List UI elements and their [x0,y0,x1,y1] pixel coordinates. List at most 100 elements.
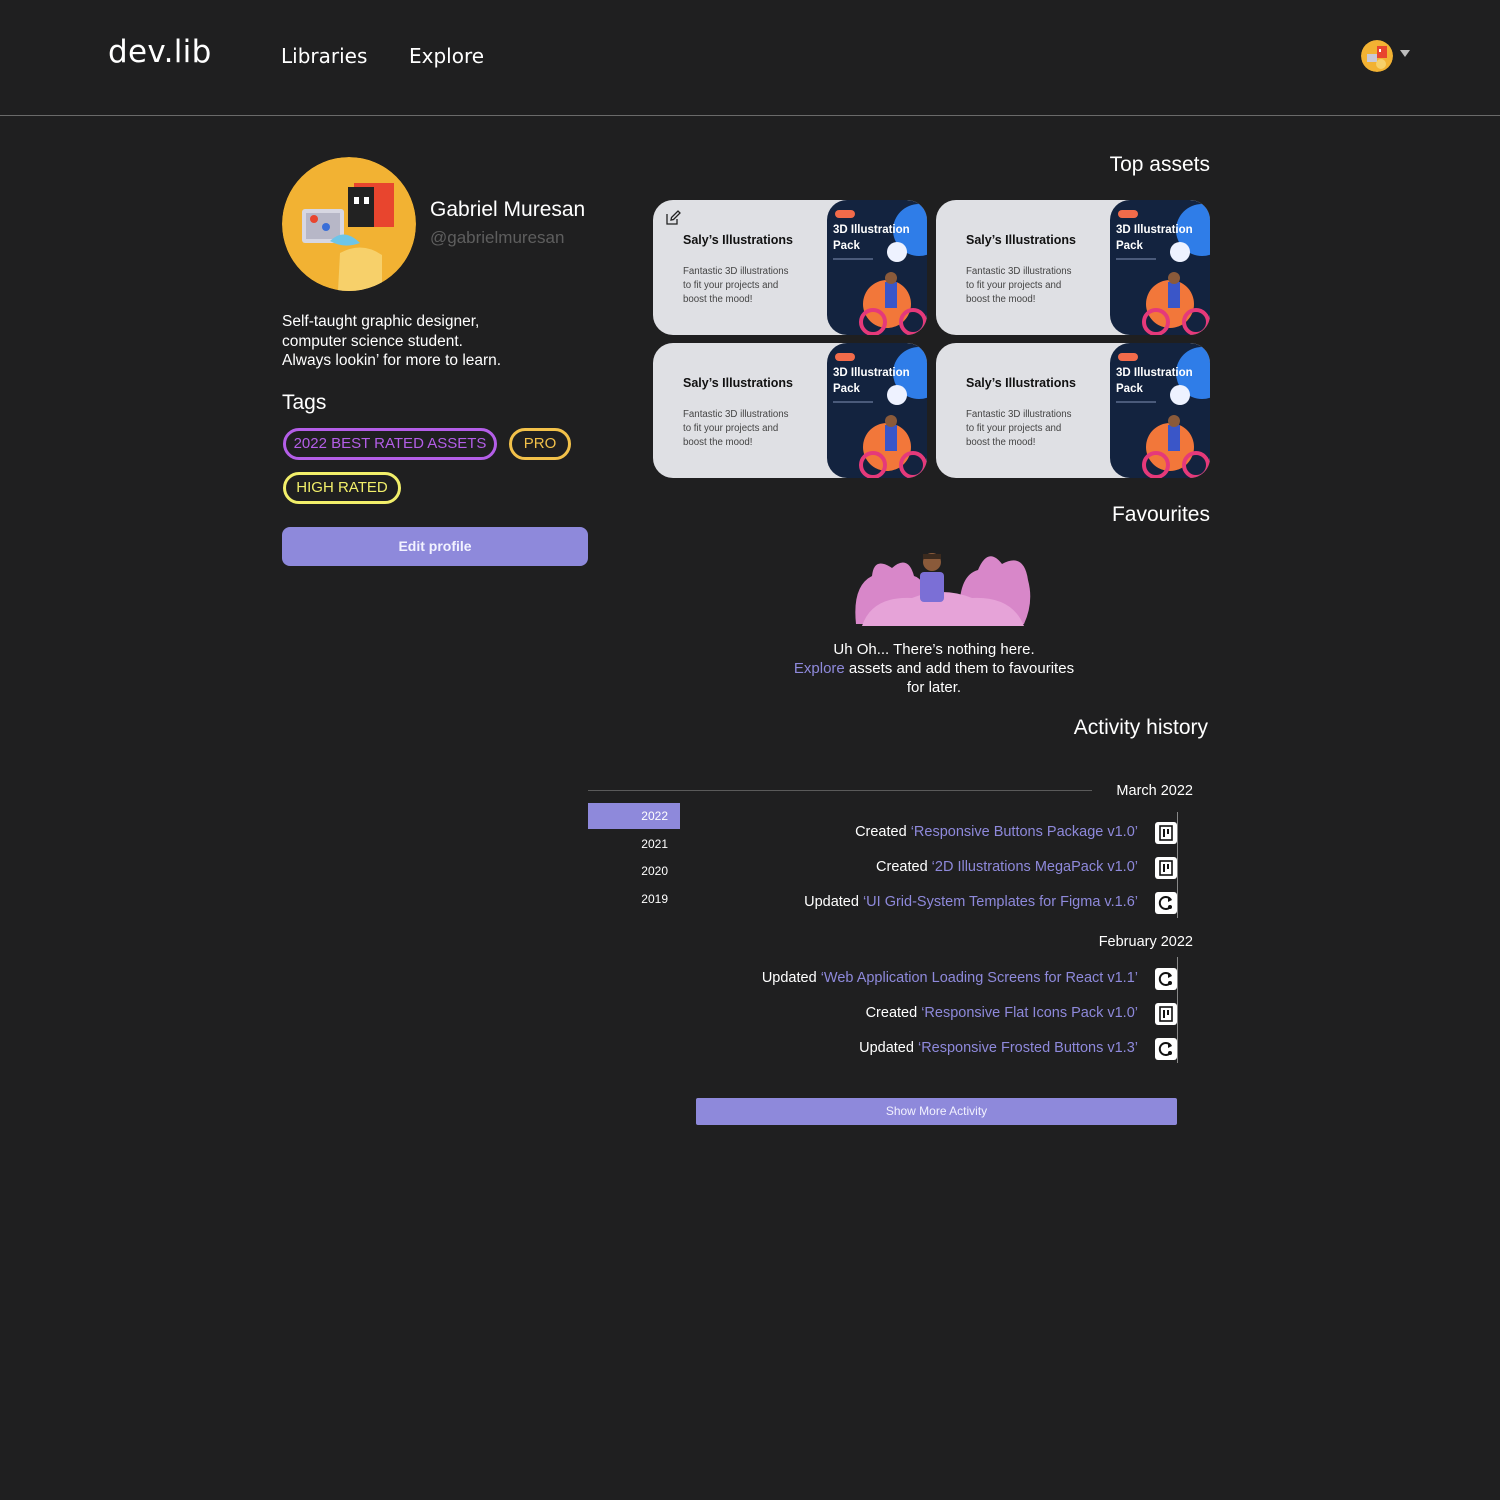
activity-item: Created ‘Responsive Buttons Package v1.0… [855,824,1138,840]
thumbnail-title: 3D Illustration Pack [833,222,910,254]
thumbnail-subtext [833,258,873,260]
tag-high-rated[interactable]: HIGH RATED [283,472,401,504]
empty-favourites-message: Uh Oh... There’s nothing here. Explore a… [784,640,1084,697]
profile-bio: Self-taught graphic designer, computer s… [282,312,602,371]
tags-title: Tags [282,391,327,414]
activity-action: Updated [761,970,821,986]
activity-target-link[interactable]: ‘2D Illustrations MegaPack v1.0’ [932,859,1138,875]
activity-item: Created ‘2D Illustrations MegaPack v1.0’ [876,859,1138,875]
thumb-line: 3D Illustration [833,224,910,236]
activity-item: Created ‘Responsive Flat Icons Pack v1.0… [866,1005,1138,1021]
empty-line-3: for later. [906,679,962,696]
card-description: Fantastic 3D illustrations to fit your p… [966,408,1098,450]
profile-handle: @gabrielmuresan [430,228,565,247]
document-icon [1155,857,1177,879]
year-2019[interactable]: 2019 [588,886,680,912]
profile-name: Gabriel Muresan [430,198,586,221]
year-2021[interactable]: 2021 [588,831,680,857]
desc-line: boost the mood! [966,437,1036,448]
edit-icon[interactable] [665,210,681,226]
show-more-activity-button[interactable]: Show More Activity [696,1098,1177,1125]
bio-line: computer science student. [282,332,463,350]
year-2020[interactable]: 2020 [588,858,680,884]
divider [588,790,1092,791]
thumb-line: Pack [833,383,860,395]
logo[interactable]: dev.lib [108,34,212,70]
card-title: Saly’s Illustrations [966,376,1076,390]
thumbnail-title: 3D Illustration Pack [1116,222,1193,254]
thumb-line: Pack [833,240,860,252]
thumb-line: 3D Illustration [1116,224,1193,236]
month-label: March 2022 [1116,783,1193,799]
activity-target-link[interactable]: ‘UI Grid-System Templates for Figma v.1.… [863,894,1138,910]
nav-explore[interactable]: Explore [409,44,484,68]
profile-avatar [282,157,416,291]
empty-line-1: Uh Oh... There’s nothing here. [833,641,1035,658]
desc-line: Fantastic 3D illustrations [966,409,1072,420]
bio-line: Self-taught graphic designer, [282,313,480,330]
thumbnail-badge [835,210,855,218]
asset-card[interactable]: Saly’s Illustrations Fantastic 3D illust… [936,343,1210,478]
tag-pro[interactable]: PRO [509,428,571,460]
document-icon [1155,822,1177,844]
desc-line: boost the mood! [683,294,753,305]
favourites-title: Favourites [1111,503,1210,526]
thumb-line: 3D Illustration [1116,367,1193,379]
asset-card[interactable]: Saly’s Illustrations Fantastic 3D illust… [653,200,927,335]
card-description: Fantastic 3D illustrations to fit your p… [966,265,1098,307]
top-assets-title: Top assets [1109,153,1210,176]
thumbnail-title: 3D Illustration Pack [1116,365,1193,397]
card-description: Fantastic 3D illustrations to fit your p… [683,265,815,307]
desc-line: Fantastic 3D illustrations [683,266,789,277]
card-thumbnail: 3D Illustration Pack [1110,343,1210,478]
activity-item: Updated ‘Responsive Frosted Buttons v1.3… [859,1040,1138,1056]
asset-card[interactable]: Saly’s Illustrations Fantastic 3D illust… [936,200,1210,335]
empty-line-2-text: assets and add them to favourites [844,660,1075,677]
card-title: Saly’s Illustrations [683,376,793,390]
desc-line: to fit your projects and [966,423,1062,434]
activity-target-link[interactable]: ‘Responsive Flat Icons Pack v1.0’ [921,1005,1138,1021]
year-2022[interactable]: 2022 [588,803,680,829]
month-label: February 2022 [1098,934,1193,950]
explore-link[interactable]: Explore [794,660,845,677]
activity-target-link[interactable]: ‘Web Application Loading Screens for Rea… [821,970,1138,986]
asset-card[interactable]: Saly’s Illustrations Fantastic 3D illust… [653,343,927,478]
desc-line: to fit your projects and [683,423,779,434]
desc-line: boost the mood! [683,437,753,448]
activity-action: Created [865,1005,922,1021]
thumbnail-subtext [1116,258,1156,260]
thumbnail-subtext [833,401,873,403]
bio-line: Always lookin’ for more to learn. [282,352,502,369]
card-description: Fantastic 3D illustrations to fit your p… [683,408,815,450]
refresh-icon [1155,892,1177,914]
activity-action: Updated [804,894,863,910]
desc-line: Fantastic 3D illustrations [966,266,1072,277]
activity-action: Created [855,824,911,840]
activity-target-link[interactable]: ‘Responsive Frosted Buttons v1.3’ [918,1040,1138,1056]
desc-line: Fantastic 3D illustrations [683,409,789,420]
activity-item: Updated ‘Web Application Loading Screens… [762,970,1138,986]
document-icon [1155,1003,1177,1025]
desc-line: to fit your projects and [683,280,779,291]
tag-best-rated[interactable]: 2022 BEST RATED ASSETS [283,428,497,460]
empty-favourites-illustration [852,546,1032,628]
card-thumbnail: 3D Illustration Pack [827,200,927,335]
thumbnail-badge [835,353,855,361]
user-avatar[interactable] [1361,40,1393,72]
top-navbar: dev.lib Libraries Explore [0,0,1500,116]
timeline-line [1177,957,1178,1063]
card-thumbnail: 3D Illustration Pack [827,343,927,478]
activity-item: Updated ‘UI Grid-System Templates for Fi… [804,894,1138,910]
thumb-line: 3D Illustration [833,367,910,379]
card-title: Saly’s Illustrations [966,233,1076,247]
nav-libraries[interactable]: Libraries [281,44,367,68]
empty-line-2: Explore assets and add them to favourite… [784,659,1084,678]
account-menu-caret[interactable] [1400,50,1410,57]
activity-history-title: Activity history [1073,716,1208,739]
refresh-icon [1155,968,1177,990]
activity-target-link[interactable]: ‘Responsive Buttons Package v1.0’ [911,824,1138,840]
refresh-icon [1155,1038,1177,1060]
card-title: Saly’s Illustrations [683,233,793,247]
edit-profile-button[interactable]: Edit profile [282,527,588,566]
desc-line: to fit your projects and [966,280,1062,291]
